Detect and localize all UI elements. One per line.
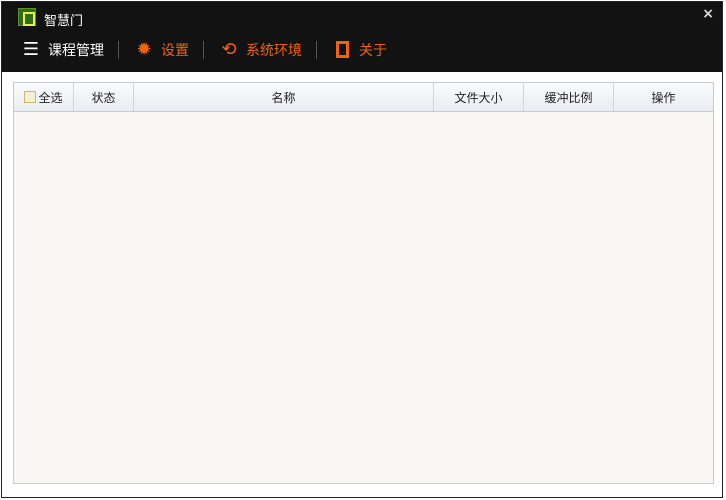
- menu-divider: [118, 40, 119, 59]
- menu-label: 关于: [359, 42, 387, 59]
- menu-label: 课程管理: [48, 42, 104, 59]
- menu-divider: [203, 40, 204, 59]
- column-status[interactable]: 状态: [74, 83, 134, 111]
- square-icon: [331, 41, 353, 58]
- checkbox-icon: [24, 91, 37, 103]
- menu-system-environment[interactable]: ⟲ 系统环境: [218, 39, 302, 60]
- select-all-checkbox[interactable]: 全选: [14, 83, 74, 111]
- window-title: 智慧门: [44, 14, 84, 29]
- select-all-label: 全选: [38, 90, 63, 105]
- app-window: 智慧门 × ☰ 课程管理 ✹ 设置 ⟲ 系统环境 关于 全选 状态 名称 文件大小 缓…: [1, 1, 723, 498]
- app-logo-icon: [18, 8, 36, 26]
- menu-about[interactable]: 关于: [331, 40, 387, 60]
- column-name[interactable]: 名称: [134, 83, 434, 111]
- refresh-icon: ⟲: [221, 39, 237, 60]
- menu-divider: [316, 40, 317, 59]
- close-button[interactable]: ×: [702, 6, 714, 22]
- column-file-size[interactable]: 文件大小: [434, 83, 524, 111]
- menu-label: 系统环境: [246, 42, 302, 59]
- column-actions[interactable]: 操作: [614, 83, 713, 111]
- main-menu: ☰ 课程管理 ✹ 设置 ⟲ 系统环境 关于: [20, 39, 387, 60]
- title-bar: 智慧门 × ☰ 课程管理 ✹ 设置 ⟲ 系统环境 关于: [2, 2, 722, 72]
- list-icon: ☰: [22, 39, 40, 60]
- column-buffer-ratio[interactable]: 缓冲比例: [524, 83, 614, 111]
- course-table: 全选 状态 名称 文件大小 缓冲比例 操作: [13, 82, 714, 484]
- menu-label: 设置: [161, 42, 189, 59]
- gear-icon: ✹: [136, 39, 152, 60]
- menu-settings[interactable]: ✹ 设置: [133, 39, 189, 60]
- table-header: 全选 状态 名称 文件大小 缓冲比例 操作: [14, 83, 713, 112]
- menu-course-management[interactable]: ☰ 课程管理: [20, 39, 104, 60]
